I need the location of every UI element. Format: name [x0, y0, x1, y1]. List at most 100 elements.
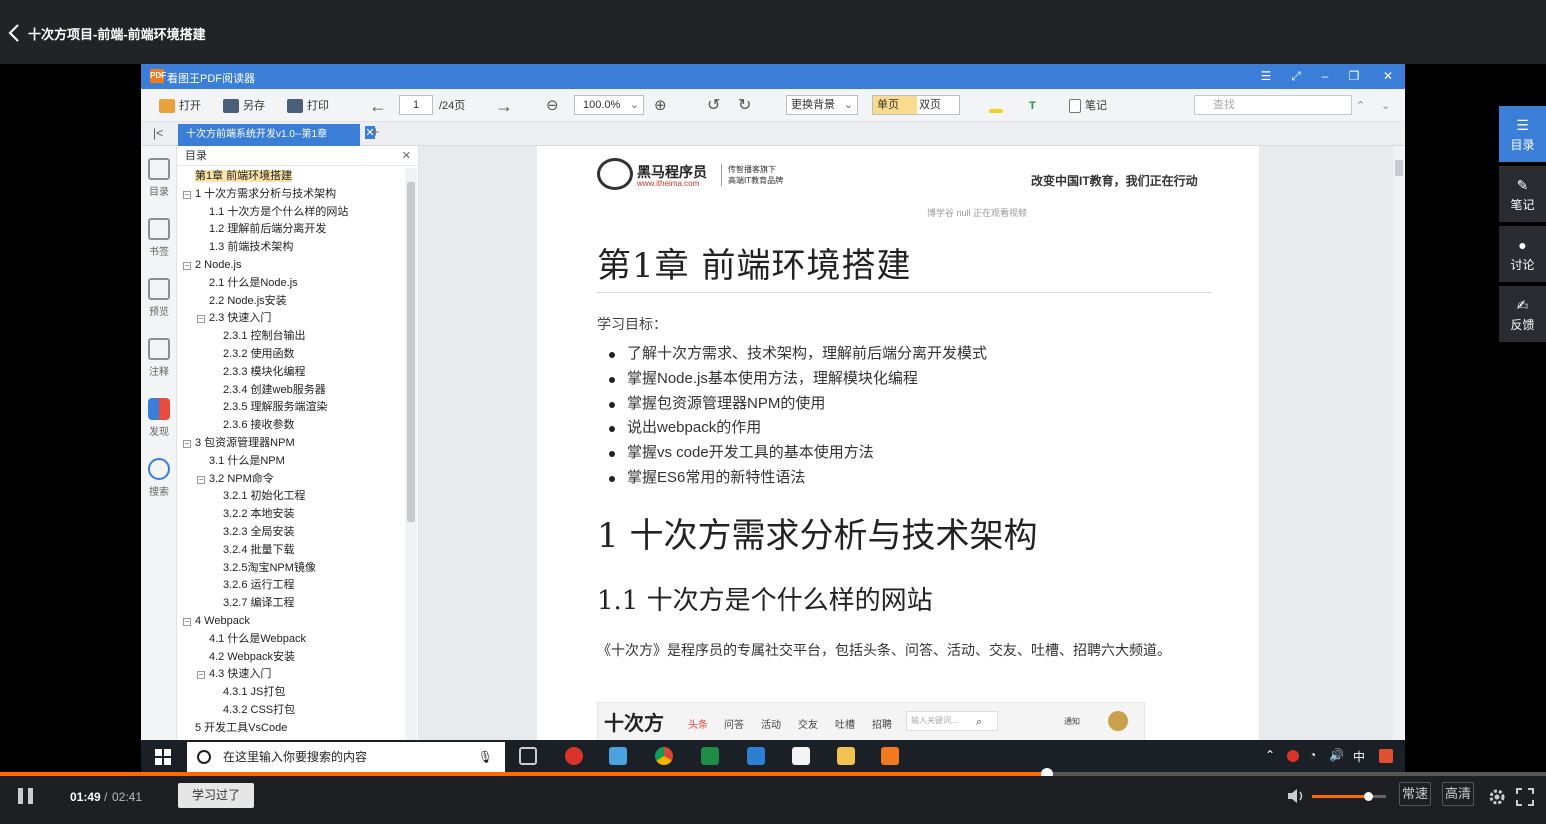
- taskbar-search[interactable]: 在这里输入你要搜索的内容 🎙: [187, 742, 505, 772]
- toc-item[interactable]: 4.2 Webpack安装: [177, 649, 405, 667]
- print-button[interactable]: 打印: [287, 97, 329, 115]
- collapse-toggle-icon[interactable]: −: [197, 671, 205, 680]
- toc-item[interactable]: 4.3.2 CSS打包: [177, 702, 405, 720]
- tray-notification-icon[interactable]: [1379, 749, 1393, 763]
- new-tab-icon[interactable]: +: [371, 124, 380, 141]
- panel-note-button[interactable]: ✎ 笔记: [1499, 166, 1546, 222]
- toc-item[interactable]: 3.2.6 运行工程: [177, 577, 405, 595]
- tray-app-icon[interactable]: [1287, 750, 1299, 762]
- sidebar-toc[interactable]: 目录: [141, 158, 177, 198]
- toc-item[interactable]: 4.1 什么是Webpack: [177, 631, 405, 649]
- pdf-reader-icon[interactable]: [881, 747, 899, 765]
- sidebar-preview[interactable]: 预览: [141, 278, 177, 318]
- wifi-icon[interactable]: ◔: [1309, 748, 1316, 762]
- viewer-scrollbar[interactable]: [1393, 146, 1405, 740]
- toc-item[interactable]: 3.2.1 初始化工程: [177, 488, 405, 506]
- recorder-app-icon[interactable]: [565, 747, 583, 765]
- restore-icon[interactable]: ❐: [1346, 68, 1362, 84]
- page-number-input[interactable]: 1: [399, 95, 433, 115]
- find-prev-button[interactable]: ⌃: [1356, 97, 1365, 115]
- toc-item[interactable]: 2.3.2 使用函数: [177, 346, 405, 364]
- open-button[interactable]: 打开: [159, 97, 201, 115]
- panel-discuss-button[interactable]: ● 讨论: [1499, 226, 1546, 282]
- toc-item[interactable]: −1 十次方需求分析与技术架构: [177, 186, 405, 204]
- collapse-toggle-icon[interactable]: −: [197, 315, 205, 324]
- learned-button[interactable]: 学习过了: [178, 783, 254, 808]
- toc-item[interactable]: 2.3.6 接收参数: [177, 417, 405, 435]
- note-button[interactable]: 笔记: [1069, 97, 1107, 115]
- sidebar-discover[interactable]: 发现: [141, 398, 177, 438]
- toc-item[interactable]: −3.2 NPM命令: [177, 471, 405, 489]
- fullscreen-icon[interactable]: [1516, 788, 1534, 806]
- panel-feedback-button[interactable]: ✍ 反馈: [1499, 286, 1546, 342]
- playback-speed-button[interactable]: 常速: [1399, 782, 1431, 806]
- chrome-icon[interactable]: [655, 747, 673, 765]
- minimize-icon[interactable]: –: [1317, 68, 1333, 84]
- sidebar-search[interactable]: 搜索: [141, 458, 177, 498]
- viewer-scroll-thumb[interactable]: [1395, 160, 1403, 176]
- toc-item[interactable]: −2 Node.js: [177, 257, 405, 275]
- toc-item[interactable]: −4 Webpack: [177, 613, 405, 631]
- toc-item[interactable]: 2.3.3 模块化编程: [177, 364, 405, 382]
- video-area[interactable]: PDF 看图王PDF阅读器 ☰ ⤢ – ❐ ✕ 打开 另存 打印 ← 1 /24…: [0, 64, 1546, 772]
- document-tab[interactable]: 十次方前端系统开发v1.0--第1章: [178, 124, 360, 146]
- change-background-select[interactable]: 更换背景 ⌄: [786, 95, 858, 115]
- toc-item[interactable]: 3.2.4 批量下载: [177, 542, 405, 560]
- close-icon[interactable]: ✕: [1380, 68, 1396, 84]
- collapse-toggle-icon[interactable]: −: [183, 190, 191, 199]
- toc-scrollbar[interactable]: [405, 168, 417, 740]
- saveas-button[interactable]: 另存: [223, 97, 265, 115]
- rotate-right-button[interactable]: ↻: [738, 97, 751, 115]
- zoom-in-button[interactable]: ⊕: [654, 97, 667, 115]
- quality-button[interactable]: 高清: [1442, 782, 1474, 806]
- toc-item[interactable]: 1.2 理解前后端分离开发: [177, 221, 405, 239]
- back-arrow-icon[interactable]: [6, 22, 24, 44]
- collapse-toggle-icon[interactable]: −: [183, 261, 191, 270]
- sidebar-annotation[interactable]: 注释: [141, 338, 177, 378]
- toc-item[interactable]: 1.1 十次方是个什么样的网站: [177, 204, 405, 222]
- toc-item[interactable]: 3.2.7 编译工程: [177, 595, 405, 613]
- tray-chevron-up-icon[interactable]: ⌃: [1265, 748, 1275, 762]
- windows-start-icon[interactable]: [155, 749, 171, 765]
- menu-icon[interactable]: ☰: [1258, 68, 1274, 84]
- toc-item[interactable]: 2.2 Node.js安装: [177, 293, 405, 311]
- collapse-toggle-icon[interactable]: −: [183, 439, 191, 448]
- document-viewer[interactable]: 黑马程序员 www.itheima.com 传智播客旗下 高端IT教育品牌 改变中…: [419, 146, 1405, 740]
- volume-slider[interactable]: [1312, 792, 1386, 801]
- collapse-toggle-icon[interactable]: −: [197, 475, 205, 484]
- next-page-button[interactable]: →: [495, 97, 513, 115]
- toc-item[interactable]: 3.2.3 全局安装: [177, 524, 405, 542]
- toc-item[interactable]: 2.3.1 控制台输出: [177, 328, 405, 346]
- toc-item[interactable]: 3.1 什么是NPM: [177, 453, 405, 471]
- toc-item[interactable]: −4.3 快速入门: [177, 666, 405, 684]
- vscode-icon[interactable]: [747, 747, 765, 765]
- task-view-icon[interactable]: [519, 747, 537, 765]
- toc-item[interactable]: 3.2.2 本地安装: [177, 506, 405, 524]
- toc-item[interactable]: 第1章 前端环境搭建: [177, 168, 405, 186]
- toc-item[interactable]: 3.2.5淘宝NPM镜像: [177, 560, 405, 578]
- toc-item[interactable]: 2.1 什么是Node.js: [177, 275, 405, 293]
- gear-icon[interactable]: [1488, 788, 1506, 806]
- toc-item[interactable]: 1.3 前端技术架构: [177, 239, 405, 257]
- text-tool-button[interactable]: T: [1029, 97, 1036, 115]
- single-page-button[interactable]: 单页: [873, 96, 917, 114]
- toc-scroll-thumb[interactable]: [407, 182, 415, 522]
- toc-item[interactable]: −2.3 快速入门: [177, 310, 405, 328]
- find-next-button[interactable]: ⌄: [1381, 97, 1390, 115]
- zoom-out-button[interactable]: ⊖: [546, 97, 559, 115]
- ime-indicator[interactable]: 中: [1353, 748, 1365, 765]
- toc-item[interactable]: 4.3.1 JS打包: [177, 684, 405, 702]
- volume-icon[interactable]: [1286, 788, 1306, 804]
- toc-item[interactable]: 2.3.4 创建web服务器: [177, 382, 405, 400]
- close-icon[interactable]: ✕: [402, 146, 411, 166]
- toc-item[interactable]: 2.3.5 理解服务端渲染: [177, 399, 405, 417]
- find-input[interactable]: 查找: [1194, 95, 1352, 115]
- photos-app-icon[interactable]: [609, 747, 627, 765]
- highlight-button[interactable]: [989, 97, 1003, 115]
- speaker-icon[interactable]: 🔊: [1329, 748, 1344, 762]
- zoom-select[interactable]: 100.0% ⌄: [574, 95, 644, 115]
- file-explorer-icon[interactable]: [837, 747, 855, 765]
- panel-toc-button[interactable]: ☰ 目录: [1499, 106, 1546, 162]
- double-page-button[interactable]: 双页: [919, 96, 961, 114]
- fullscreen-icon[interactable]: ⤢: [1288, 68, 1304, 84]
